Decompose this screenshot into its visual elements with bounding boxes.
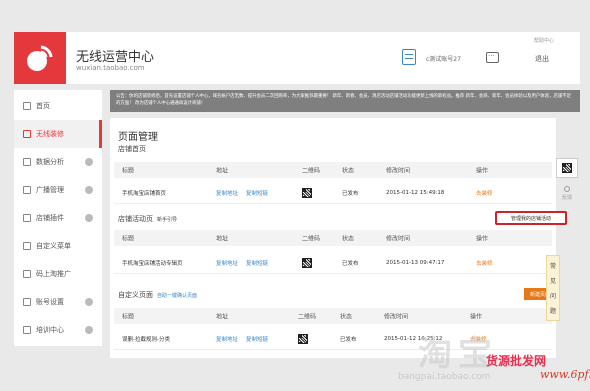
logout-link[interactable]: 退出 [535,54,549,64]
row-title: 手机淘宝店铺活动专辑页 [122,260,183,267]
sidebar-item-label: 码上淘推广 [36,270,71,278]
manage-activities-button[interactable]: 管理我的店铺活动 [495,211,567,225]
table-header: 标题 地址 二维码 状态 修改时间 操作 [114,230,552,246]
sidebar-item-plugins[interactable]: 店铺插件 [14,204,102,232]
sidebar-item-label: 店铺插件 [36,214,64,222]
table-header: 标题 地址 二维码 状态 修改时间 操作 [114,308,552,324]
chevron-down-icon [85,186,93,194]
row-title: 手机淘宝店铺首页 [122,190,167,197]
row-modified: 2015-01-13 09:47:17 [386,259,445,266]
account-name[interactable]: c测试账号27 [426,54,461,63]
qrcode-icon[interactable] [302,257,312,268]
section-custom-pages: 自定义页面 自助一键确认页面 [118,291,198,299]
home-icon [23,102,31,110]
app-subtitle: wuxian.taobao.com [76,64,145,72]
chevron-down-icon [85,214,93,222]
broadcast-icon [23,186,31,194]
account-icon[interactable] [402,49,416,65]
sidebar-item-account-settings[interactable]: 账号设置 [14,288,102,316]
feedback-button[interactable]: 反馈 [556,186,578,206]
sidebar-item-broadcast[interactable]: 广播管理 [14,176,102,204]
table-row: 手机淘宝店铺活动专辑页 复制地址 复制短链 已发布 2015-01-13 09:… [114,252,552,274]
decorate-link[interactable]: 去装修 [476,189,493,197]
sidebar: 首页 无线装修 数据分析 广播管理 店铺插件 自定义菜单 码上淘推广 账号设置 … [14,90,102,346]
menu-icon [23,242,31,250]
table-row: 手机淘宝店铺首页 复制地址 复制短链 已发布 2015-01-12 15:49:… [114,182,552,204]
sidebar-item-label: 自定义菜单 [36,242,71,250]
brush-icon [23,130,31,138]
row-modified: 2015-01-12 15:49:18 [386,189,445,196]
copy-shortlink-link[interactable]: 复制短链 [246,335,268,343]
watermark-cn: 货源批发网 [486,354,547,368]
row-status: 已发布 [342,190,359,197]
float-qrcode-button[interactable] [556,158,578,178]
copy-address-link[interactable]: 复制地址 [216,259,238,267]
watermark-brand: bangpai.taobao.com [398,372,491,382]
settings-icon [23,298,31,306]
sidebar-item-data-analysis[interactable]: 数据分析 [14,148,102,176]
sidebar-item-custom-menu[interactable]: 自定义菜单 [14,232,102,260]
sidebar-item-training[interactable]: 培训中心 [14,316,102,344]
plugin-icon [23,214,31,222]
sidebar-item-wireless-decoration[interactable]: 无线装修 [14,120,102,148]
sidebar-item-label: 无线装修 [36,130,64,138]
chart-icon [23,158,31,166]
sidebar-item-label: 广播管理 [36,186,64,194]
chevron-down-icon [85,158,93,166]
row-status: 已发布 [340,336,357,343]
help-link[interactable]: 帮助中心 [534,37,554,44]
copy-shortlink-link[interactable]: 复制短链 [246,189,268,197]
row-title: 误删-拉截规则-分类 [122,336,170,343]
guide-link[interactable]: 新手引导 [157,217,177,223]
copy-address-link[interactable]: 复制地址 [216,335,238,343]
copy-address-link[interactable]: 复制地址 [216,189,238,197]
watermark-url: www.6pf.cn [540,368,590,381]
pin-icon [564,186,570,192]
decorate-link[interactable]: 去装修 [476,259,493,267]
qrcode-icon [562,163,572,173]
announcement-bar: 公告：你的店铺装修后，首先设置店铺个人中心，域名帐户店无数、提升会员二次回购率，… [110,90,580,112]
wifi-logo-icon [27,45,53,71]
sidebar-item-label: 首页 [36,102,50,110]
page-title: 页面管理 [118,132,158,143]
brand-logo[interactable] [14,32,66,84]
sidebar-item-label: 账号设置 [36,298,64,306]
message-icon[interactable] [486,52,499,63]
faq-tab[interactable]: 常 见 问 题 [546,255,560,321]
training-icon [23,326,31,334]
qrcode-icon[interactable] [302,187,312,198]
sidebar-item-home[interactable]: 首页 [14,92,102,120]
qrcode-icon [23,270,31,278]
chevron-down-icon [85,326,93,334]
row-status: 已发布 [342,260,359,267]
copy-shortlink-link[interactable]: 复制短链 [246,259,268,267]
sidebar-item-qr-promotion[interactable]: 码上淘推广 [14,260,102,288]
app-title: 无线运营中心 [76,50,155,65]
sidebar-item-label: 培训中心 [36,326,64,334]
chevron-down-icon [85,298,93,306]
section-activity-pages: 店铺活动页 新手引导 [118,215,178,223]
top-header: 无线运营中心 wuxian.taobao.com c测试账号27 帮助中心 退出 [14,32,580,84]
one-click-link[interactable]: 自助一键确认页面 [157,293,197,299]
page-management-panel: 页面管理 店铺首页 标题 地址 二维码 状态 修改时间 操作 手机淘宝店铺首页 … [110,118,567,358]
sidebar-item-label: 数据分析 [36,158,64,166]
section-shop-home: 店铺首页 [118,145,146,153]
qrcode-icon[interactable] [298,333,308,344]
table-header: 标题 地址 二维码 状态 修改时间 操作 [114,162,552,178]
